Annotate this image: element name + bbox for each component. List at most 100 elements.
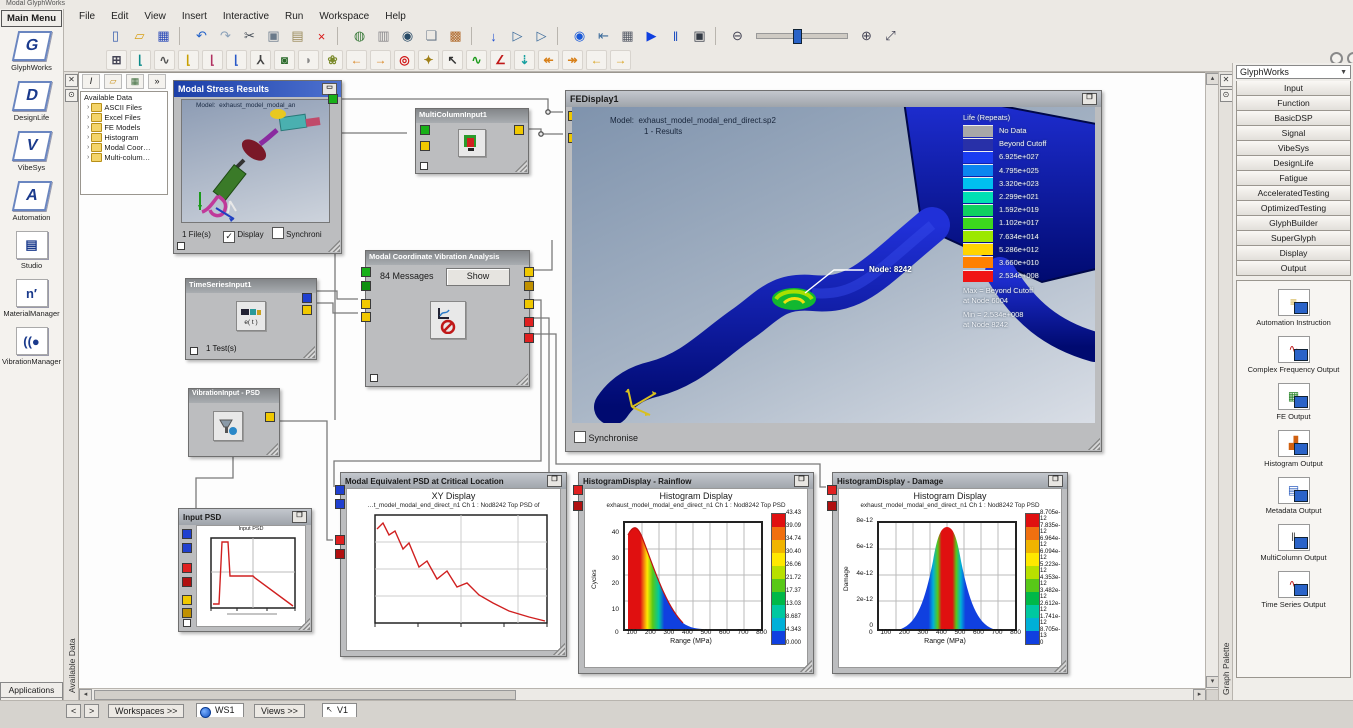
toolbar-icon[interactable] <box>756 33 848 39</box>
palette-section-button[interactable]: SuperGlyph <box>1236 231 1351 246</box>
sidebar-app-item[interactable]: A Automation <box>0 181 63 222</box>
restore-icon[interactable]: ❐ <box>794 475 809 487</box>
input-connector-red1[interactable] <box>182 563 192 573</box>
input-connector-red1[interactable] <box>827 485 837 495</box>
toolbar-icon[interactable]: ↓ <box>482 25 505 47</box>
image-icon[interactable]: ▦ <box>126 74 144 89</box>
output-connector-4[interactable] <box>524 317 534 327</box>
palette-section-button[interactable]: Display <box>1236 246 1351 261</box>
toolbar-icon[interactable] <box>557 27 564 45</box>
palette-section-button[interactable]: GlyphBuilder <box>1236 216 1351 231</box>
palette-dropdown[interactable]: GlyphWorks ▼ <box>1236 65 1351 79</box>
palette-item[interactable]: ▤ Metadata Output <box>1266 477 1322 515</box>
toolbar-icon[interactable] <box>337 27 344 45</box>
input-connector-red1[interactable] <box>573 485 583 495</box>
input-connector-yellow2[interactable] <box>182 608 192 618</box>
fedisplay-window[interactable]: FEDisplay1 ❐ Model: exhaust_model_modal_… <box>565 90 1102 452</box>
glyph-toolbar-icon[interactable]: ⇣ <box>514 50 535 70</box>
menu-item[interactable]: Interactive <box>216 10 276 23</box>
graph-palette-tab[interactable]: Graph Palette <box>1221 643 1231 695</box>
zoom-slider-thumb[interactable] <box>793 29 802 44</box>
glyph-toolbar-icon[interactable]: ∠ <box>490 50 511 70</box>
glyph-toolbar-icon[interactable]: ⌊ <box>130 50 151 70</box>
fe-output-connector[interactable] <box>328 94 338 104</box>
chevron-right-icon[interactable]: › <box>87 124 89 131</box>
glyph-toolbar-icon[interactable]: ⊞ <box>106 50 127 70</box>
palette-section-button[interactable]: Input <box>1236 81 1351 96</box>
glyph-toolbar-icon[interactable]: ∿ <box>154 50 175 70</box>
glyph-toolbar-icon[interactable]: ↞ <box>538 50 559 70</box>
toolbar-icon[interactable]: ▦ <box>152 25 175 47</box>
glyph-toolbar-icon[interactable]: ← <box>346 50 367 70</box>
resize-grip[interactable] <box>328 240 340 252</box>
toolbar-icon[interactable]: ▦ <box>616 25 639 47</box>
menu-item[interactable]: Edit <box>104 10 135 23</box>
toolbar-icon[interactable]: ↷ <box>214 25 237 47</box>
palette-item[interactable]: ∿ Time Series Output <box>1261 571 1325 609</box>
resize-grip[interactable] <box>1088 438 1100 450</box>
toolbar-icon[interactable]: ‖ <box>664 25 687 47</box>
output-connector-1[interactable] <box>524 267 534 277</box>
modal-stress-results-window[interactable]: Modal Stress Results ▭ Model: exhaust_mo… <box>173 80 342 254</box>
properties-connector[interactable] <box>190 347 198 355</box>
input-connector-red2[interactable] <box>335 549 345 559</box>
toolbar-icon[interactable]: ◉ <box>568 25 591 47</box>
tree-item[interactable]: › Excel Files <box>81 113 167 123</box>
histogram-damage-titlebar[interactable]: HistogramDisplay - Damage ❐ <box>833 473 1067 489</box>
views-button[interactable]: Views >> <box>254 704 305 718</box>
restore-icon[interactable]: ❐ <box>547 475 562 487</box>
palette-section-button[interactable]: AcceleratedTesting <box>1236 186 1351 201</box>
nav-back-button[interactable]: < <box>66 704 81 718</box>
resize-grip[interactable] <box>515 160 527 172</box>
vibration-analysis-glyph[interactable]: Modal Coordinate Vibration Analysis 84 M… <box>365 250 530 387</box>
glyph-toolbar-icon[interactable]: ◎ <box>394 50 415 70</box>
timeseries-input-glyph[interactable]: TimeSeriesInput1 e( t ) 1 Test(s) <box>185 278 317 360</box>
sidebar-app-item[interactable]: n′ MaterialManager <box>0 279 63 318</box>
glyph-toolbar-icon[interactable]: ↠ <box>562 50 583 70</box>
restore-icon[interactable]: ❐ <box>1082 93 1097 105</box>
toolbar-icon[interactable] <box>715 27 722 45</box>
tree-item[interactable]: › Multi-colum… <box>81 153 167 163</box>
output-connector-2[interactable] <box>524 281 534 291</box>
vibration-input-glyph[interactable]: VibrationInput - PSD <box>188 388 280 457</box>
output-connector-5[interactable] <box>524 333 534 343</box>
available-data-tab[interactable]: Available Data <box>67 638 77 693</box>
glyph-toolbar-icon[interactable]: ✦ <box>418 50 439 70</box>
properties-connector[interactable] <box>183 619 191 627</box>
scroll-thumb[interactable] <box>94 690 516 700</box>
output-connector-yellow[interactable] <box>514 125 524 135</box>
menu-item[interactable]: Workspace <box>312 10 376 23</box>
toolbar-icon[interactable]: ⇤ <box>592 25 615 47</box>
toolbar-icon[interactable]: ▱ <box>128 25 151 47</box>
glyph-toolbar-icon[interactable]: ❀ <box>322 50 343 70</box>
xy-display-titlebar[interactable]: Modal Equivalent PSD at Critical Locatio… <box>341 473 566 489</box>
toolbar-icon[interactable] <box>471 27 478 45</box>
palette-item[interactable]: ≡ Automation Instruction <box>1256 289 1331 327</box>
properties-connector[interactable] <box>177 242 185 250</box>
toolbar-icon[interactable]: ⊕ <box>855 25 878 47</box>
toolbar-icon[interactable]: ▶ <box>640 25 663 47</box>
toolbar-icon[interactable] <box>179 27 186 45</box>
output-connector-blue[interactable] <box>302 293 312 303</box>
glyph-toolbar-icon[interactable]: ← <box>586 50 607 70</box>
toolbar-icon[interactable]: ✂ <box>238 25 261 47</box>
resize-grip[interactable] <box>266 443 278 455</box>
palette-item[interactable]: ▦ FE Output <box>1276 383 1310 421</box>
glyph-toolbar-icon[interactable]: ◙ <box>274 50 295 70</box>
sidebar-app-item[interactable]: G GlyphWorks <box>0 31 63 72</box>
output-connector-3[interactable] <box>524 299 534 309</box>
pin-icon[interactable]: ⊙ <box>65 89 78 102</box>
palette-item[interactable]: ▟ Histogram Output <box>1264 430 1323 468</box>
palette-section-button[interactable]: Fatigue <box>1236 171 1351 186</box>
palette-section-button[interactable]: VibeSys <box>1236 141 1351 156</box>
fe-viewport[interactable]: Model: exhaust_model_modal_end_direct.sp… <box>572 107 1095 423</box>
input-connector-red2[interactable] <box>573 501 583 511</box>
palette-section-button[interactable]: DesignLife <box>1236 156 1351 171</box>
resize-grip[interactable] <box>298 618 310 630</box>
menu-item[interactable]: Help <box>378 10 413 23</box>
input-connector-red2[interactable] <box>827 501 837 511</box>
input-connector-yellow[interactable] <box>420 141 430 151</box>
glyph-toolbar-icon[interactable]: ∿ <box>466 50 487 70</box>
restore-icon[interactable]: ❐ <box>1048 475 1063 487</box>
chevron-right-icon[interactable]: › <box>87 114 89 121</box>
